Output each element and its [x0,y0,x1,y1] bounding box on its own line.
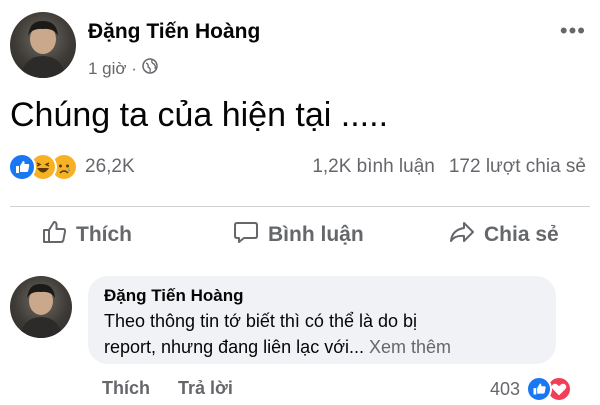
thumbs-up-icon [40,218,68,252]
comment-like-button[interactable]: Thích [102,378,150,399]
post-text: Chúng ta của hiện tại ..... [10,96,389,134]
shares-count[interactable]: 172 lượt chia sẻ [449,156,586,178]
comment-reactions[interactable]: 403 [490,376,572,402]
share-label: Chia sẻ [484,223,559,246]
globe-icon [142,58,158,79]
post-stats: 1,2K bình luận 172 lượt chia sẻ [312,156,586,178]
comment-text: Theo thông tin tớ biết thì có thể là do … [104,308,540,360]
commenter-avatar[interactable] [10,276,72,338]
comments-count[interactable]: 1,2K bình luận [312,156,435,178]
comment-actions: Thích Trả lời [102,378,233,399]
more-options-icon[interactable]: ••• [560,18,586,44]
like-button[interactable]: Thích [40,218,132,252]
comment-label: Bình luận [268,223,364,246]
post-meta: 1 giờ · [88,58,158,79]
see-more-link[interactable]: Xem thêm [369,337,451,357]
like-icon [8,153,36,181]
share-icon [448,218,476,252]
author-avatar[interactable] [10,12,76,78]
like-label: Thích [76,223,132,246]
like-icon [526,376,552,402]
comment-reaction-count: 403 [489,378,520,399]
comment-icon [232,218,260,252]
post-time[interactable]: 1 giờ · [88,59,137,79]
share-button[interactable]: Chia sẻ [448,218,559,252]
comment-reply-button[interactable]: Trả lời [178,378,233,399]
divider [10,206,590,207]
comment-bubble: Đặng Tiến Hoàng Theo thông tin tớ biết t… [88,276,556,364]
comment-author[interactable]: Đặng Tiến Hoàng [104,286,540,306]
reaction-count: 26,2K [85,156,135,177]
comment-button[interactable]: Bình luận [232,218,364,252]
post-author-name[interactable]: Đặng Tiến Hoàng [88,20,260,44]
comment-text-line1: Theo thông tin tớ biết thì có thể là do … [104,311,418,331]
reactions-summary[interactable]: 26,2K [8,153,135,181]
comment-text-line2: report, nhưng đang liên lạc với... [104,337,364,357]
